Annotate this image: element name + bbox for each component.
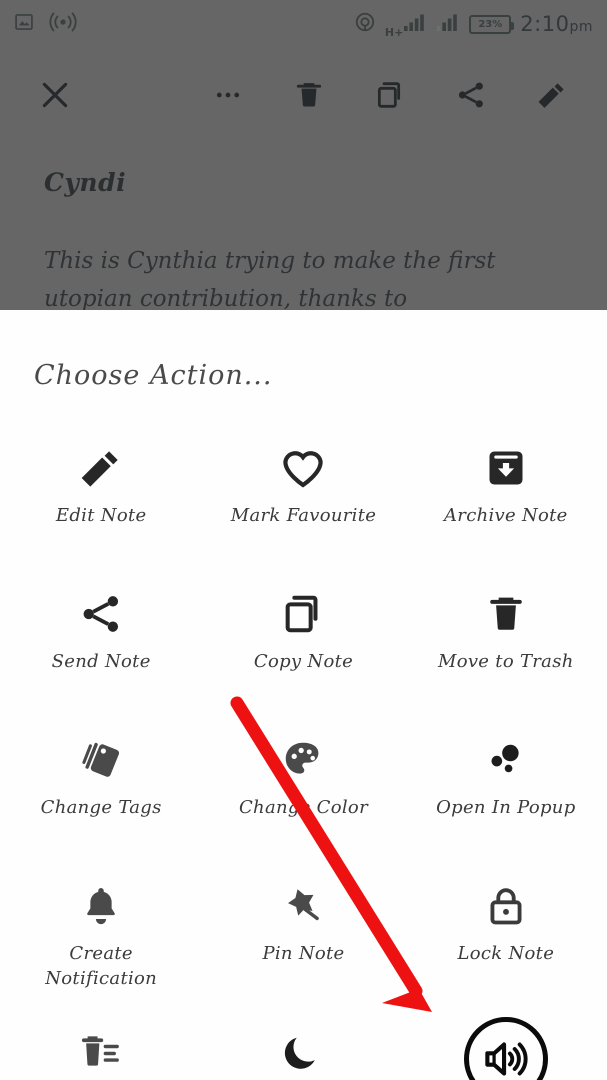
copy-icon [280, 585, 326, 643]
heart-icon [279, 439, 327, 497]
status-bar-right: H+ 23% 2:10pm [354, 11, 593, 39]
pin-icon [281, 877, 325, 935]
speaker-icon [463, 1017, 548, 1080]
action-read-aloud[interactable] [405, 1009, 607, 1080]
network-type-indicator: H+ [384, 12, 427, 39]
choose-action-sheet: Choose Action... Edit Note Mark Favourit… [0, 310, 607, 1080]
action-lock-note[interactable]: Lock Note [405, 863, 607, 1009]
action-label: Edit Note [55, 505, 147, 526]
action-mark-favourite[interactable]: Mark Favourite [202, 425, 404, 571]
trash-icon [484, 585, 528, 643]
action-empty-trash[interactable] [0, 1009, 202, 1080]
action-send-note[interactable]: Send Note [0, 571, 202, 717]
close-icon[interactable] [34, 74, 76, 116]
share-icon[interactable] [450, 74, 492, 116]
pencil-icon [78, 439, 124, 497]
battery-percent-label: 23% [478, 18, 503, 30]
action-pin-note[interactable]: Pin Note [202, 863, 404, 1009]
action-grid: Edit Note Mark Favourite Archive Note Se… [0, 425, 607, 1080]
signal-bars-icon [403, 12, 427, 36]
moon-icon [281, 1023, 325, 1080]
action-label: Send Note [51, 651, 151, 672]
copy-icon[interactable] [369, 74, 411, 116]
action-edit-note[interactable]: Edit Note [0, 425, 202, 571]
trash-icon[interactable] [288, 74, 330, 116]
more-icon[interactable] [207, 74, 249, 116]
broadcast-icon [48, 12, 78, 36]
status-bar-left [14, 12, 78, 36]
action-archive-note[interactable]: Archive Note [405, 425, 607, 571]
network-type-label: H+ [384, 26, 404, 39]
action-label: Archive Note [443, 505, 568, 526]
image-icon [14, 12, 34, 36]
clock: 2:10pm [520, 12, 593, 36]
action-label: Create Notification [45, 943, 158, 989]
nfc-icon [354, 11, 376, 37]
tags-icon [78, 731, 124, 789]
signal-bars-icon [436, 12, 460, 36]
action-label: Change Tags [40, 797, 162, 818]
note-title: Cyndi [44, 168, 127, 197]
action-label: Lock Note [457, 943, 555, 964]
action-label: Open In Popup [436, 797, 576, 818]
battery-indicator: 23% [469, 14, 515, 34]
action-change-color[interactable]: Change Color [202, 717, 404, 863]
clock-time: 2:10 [520, 12, 570, 36]
bubbles-icon [484, 731, 528, 789]
note-toolbar [0, 62, 607, 128]
status-bar: H+ 23% 2:10pm [0, 0, 607, 48]
lock-icon [484, 877, 528, 935]
edit-icon[interactable] [531, 74, 573, 116]
action-label: Mark Favourite [230, 505, 377, 526]
action-label: Change Color [238, 797, 368, 818]
share-icon [78, 585, 124, 643]
action-move-to-trash[interactable]: Move to Trash [405, 571, 607, 717]
clock-ampm: pm [569, 19, 593, 35]
archive-icon [484, 439, 528, 497]
action-open-in-popup[interactable]: Open In Popup [405, 717, 607, 863]
action-label: Pin Note [262, 943, 345, 964]
action-label: Move to Trash [437, 651, 574, 672]
action-change-tags[interactable]: Change Tags [0, 717, 202, 863]
action-create-notification[interactable]: Create Notification [0, 863, 202, 1009]
dimmed-note-screen: H+ 23% 2:10pm Cyndi This is Cynthia tryi… [0, 0, 607, 350]
action-night-mode[interactable] [202, 1009, 404, 1080]
app-screen: H+ 23% 2:10pm Cyndi This is Cynthia tryi… [0, 0, 607, 1080]
note-toolbar-actions [207, 74, 573, 116]
palette-icon [281, 731, 325, 789]
empty-trash-icon [79, 1023, 123, 1080]
action-copy-note[interactable]: Copy Note [202, 571, 404, 717]
action-label: Copy Note [253, 651, 354, 672]
bell-icon [79, 877, 123, 935]
sheet-title: Choose Action... [34, 360, 273, 391]
